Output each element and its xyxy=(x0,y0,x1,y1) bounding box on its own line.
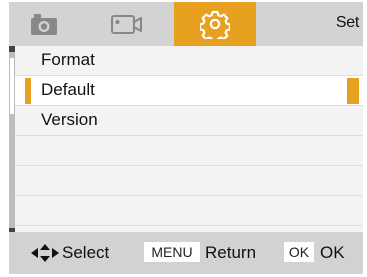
gear-icon xyxy=(200,10,230,39)
menu-key[interactable]: MENU xyxy=(144,242,200,262)
menu-title: Set xyxy=(335,14,359,31)
camera-screen: Set Format Default Version Select MENU R… xyxy=(9,2,363,274)
menu-item-label: Format xyxy=(41,50,95,69)
hint-bar: Select MENU Return OK OK xyxy=(9,232,363,274)
ok-hint-label: OK xyxy=(320,243,345,262)
tab-camera[interactable] xyxy=(9,2,79,46)
menu-item-label: Default xyxy=(41,80,95,99)
camera-icon xyxy=(31,14,57,35)
menu-empty-row xyxy=(15,136,363,166)
tab-video[interactable] xyxy=(79,2,174,46)
tab-settings[interactable] xyxy=(174,2,256,46)
menu-item-label: Version xyxy=(41,110,98,129)
return-hint-label: Return xyxy=(205,243,257,262)
ok-key[interactable]: OK xyxy=(284,242,314,262)
selection-marker-left xyxy=(25,78,31,104)
video-camera-icon xyxy=(110,15,142,34)
menu-item-default[interactable]: Default xyxy=(15,76,363,106)
settings-menu: Format Default Version xyxy=(15,46,363,232)
scrollbar-thumb[interactable] xyxy=(10,58,14,114)
select-hint-label: Select xyxy=(62,243,110,262)
arrows-icon xyxy=(31,244,59,262)
menu-empty-row xyxy=(15,196,363,226)
menu-item-version[interactable]: Version xyxy=(15,106,363,136)
menu-empty-row xyxy=(15,166,363,196)
tab-bar: Set xyxy=(9,2,363,46)
selection-marker-right xyxy=(347,78,359,104)
menu-item-format[interactable]: Format xyxy=(15,46,363,76)
